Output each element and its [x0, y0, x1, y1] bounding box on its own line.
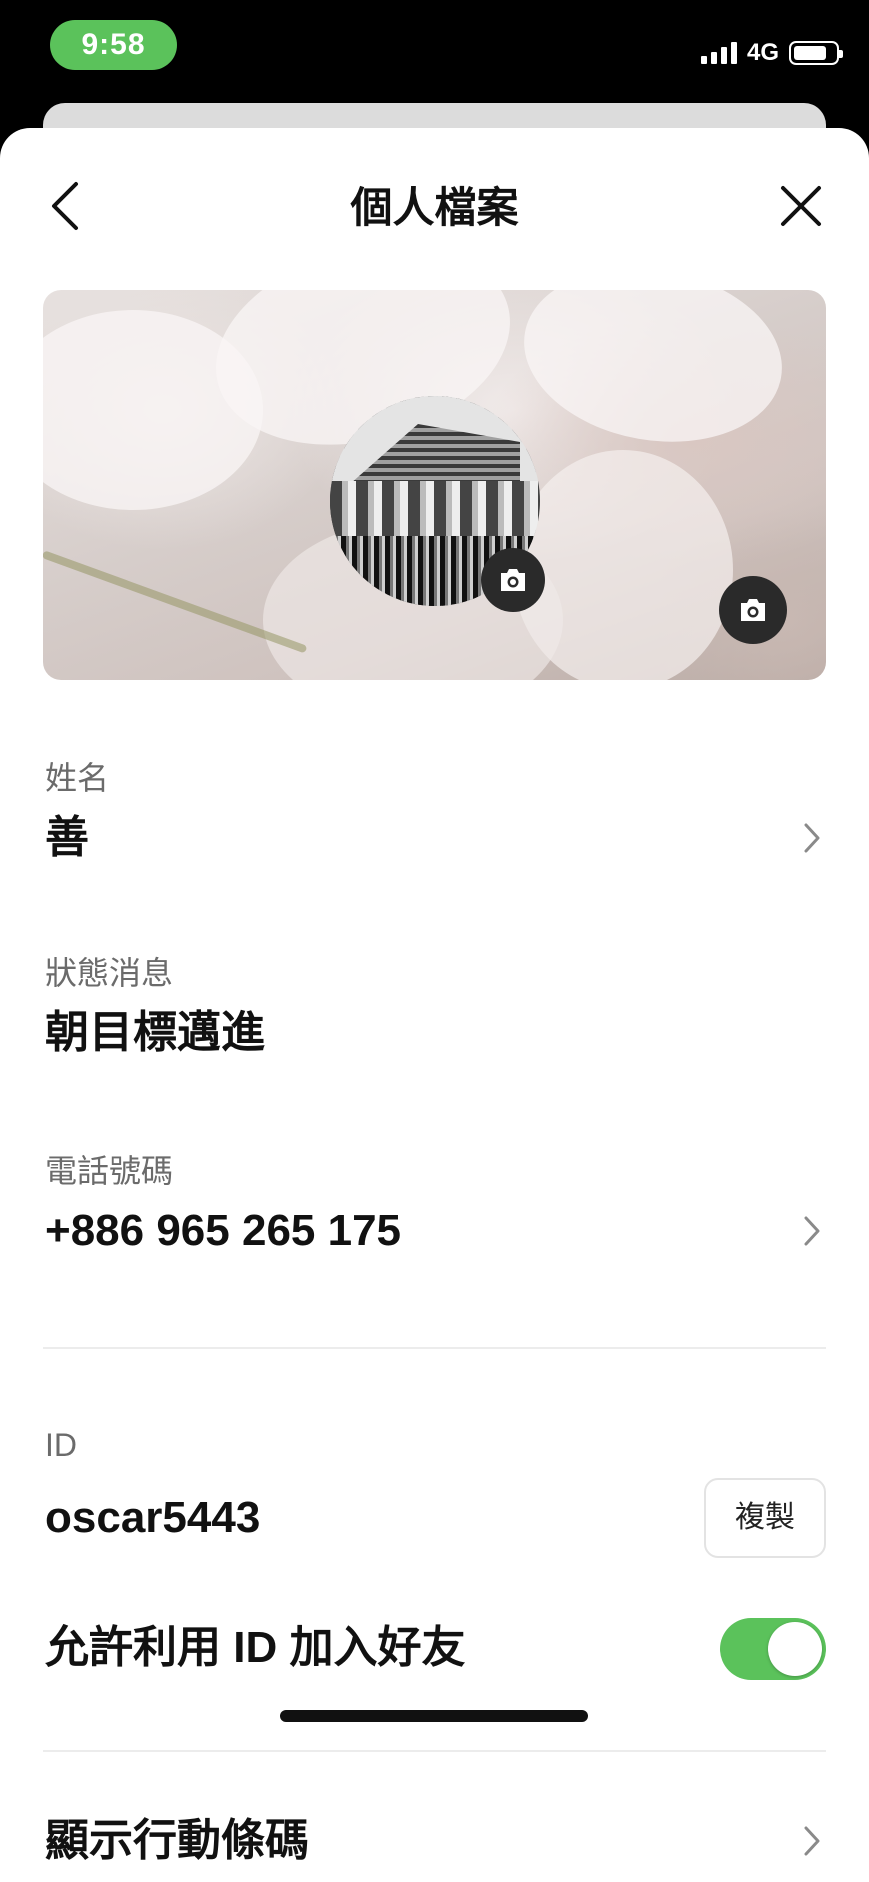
status-bar: 9:58 4G: [0, 0, 869, 100]
chevron-right-icon: [797, 1821, 827, 1861]
id-label: ID: [45, 1427, 77, 1463]
status-label: 狀態消息: [45, 955, 174, 991]
divider: [43, 1347, 826, 1349]
divider: [43, 1750, 826, 1752]
status-indicators: 4G: [700, 38, 843, 68]
cover-camera-button[interactable]: [719, 576, 787, 644]
close-button[interactable]: [773, 178, 829, 234]
signal-icon: [700, 42, 737, 64]
copy-id-button[interactable]: 複製: [704, 1478, 826, 1558]
chevron-right-icon: [797, 818, 827, 858]
allow-add-by-id-label: 允許利用 ID 加入好友: [45, 1623, 466, 1672]
show-barcode-row[interactable]: 顯示行動條碼: [0, 1793, 869, 1882]
allow-add-by-id-toggle[interactable]: [720, 1618, 826, 1680]
phone-value: +886 965 265 175: [45, 1206, 402, 1255]
name-label: 姓名: [45, 760, 110, 796]
page-title: 個人檔案: [350, 184, 519, 231]
avatar-camera-button[interactable]: [481, 548, 545, 612]
phone-row[interactable]: 電話號碼 +886 965 265 175: [0, 1141, 869, 1291]
name-value: 善: [45, 813, 89, 862]
name-row[interactable]: 姓名 善: [0, 748, 869, 898]
profile-sheet: 個人檔案 姓名 善 狀態消息 朝目標邁進 電話號碼 +886 965 265 1…: [0, 128, 869, 1882]
network-label: 4G: [746, 39, 779, 66]
status-time: 9:58: [50, 20, 177, 70]
chevron-right-icon: [797, 1211, 827, 1251]
battery-icon: [789, 41, 843, 65]
show-barcode-label: 顯示行動條碼: [45, 1816, 309, 1865]
close-icon: [781, 186, 821, 226]
cover-photo[interactable]: [43, 290, 826, 680]
toggle-knob: [768, 1622, 822, 1676]
camera-icon: [741, 599, 765, 621]
id-value: oscar5443: [45, 1493, 261, 1542]
home-indicator[interactable]: [280, 1710, 588, 1722]
phone-label: 電話號碼: [45, 1153, 174, 1189]
status-value: 朝目標邁進: [45, 1008, 265, 1057]
status-row[interactable]: 狀態消息 朝目標邁進: [0, 943, 869, 1093]
camera-icon: [501, 569, 525, 591]
